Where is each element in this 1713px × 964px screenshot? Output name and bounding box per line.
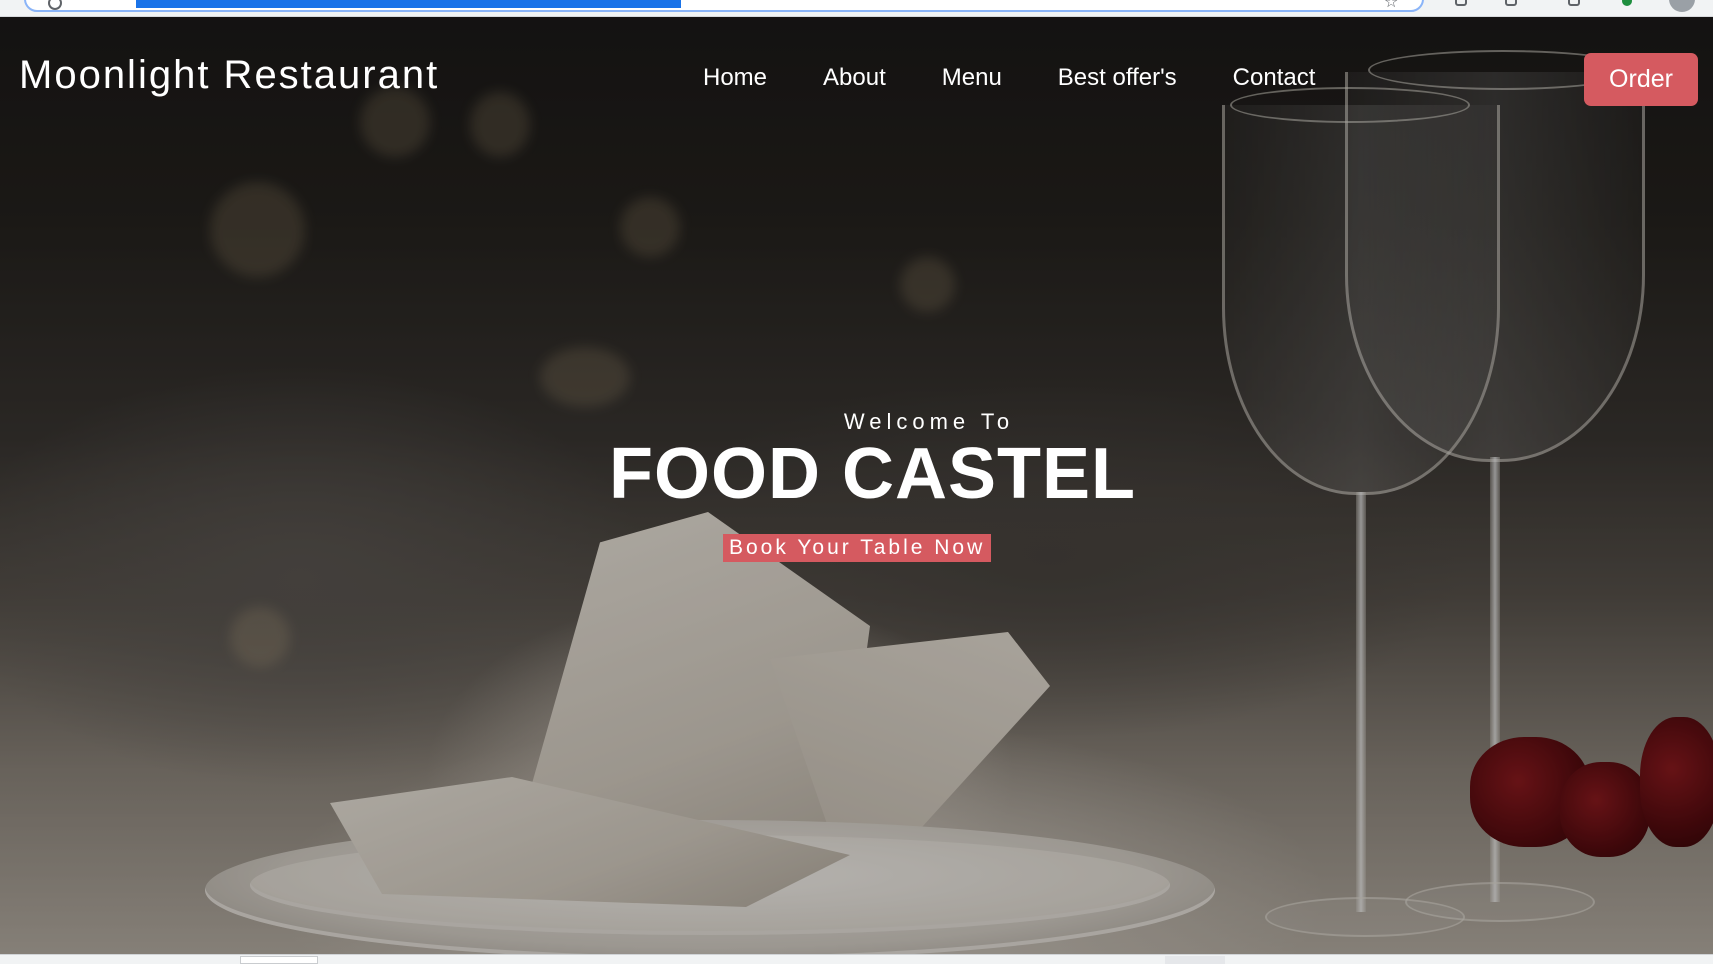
nav-best-offers[interactable]: Best offer's [1058,64,1177,92]
extension-badge-icon[interactable] [1622,0,1632,6]
main-nav: Home About Menu Best offer's Contact [703,64,1371,92]
order-button[interactable]: Order [1584,53,1698,106]
book-table-button[interactable]: Book Your Table Now [723,534,992,562]
hero-title: FOOD CASTEL [609,434,1136,514]
url-selection-highlight [136,0,681,8]
extension-icon[interactable] [1455,0,1467,6]
profile-avatar[interactable] [1669,0,1695,12]
nav-contact[interactable]: Contact [1233,64,1316,92]
browser-toolbar: ☆ [0,0,1713,17]
taskbar-strip [0,954,1713,964]
bookmark-star-icon[interactable]: ☆ [1384,0,1398,11]
download-icon[interactable] [1505,0,1517,6]
nav-menu[interactable]: Menu [942,64,1002,92]
taskbar-item[interactable] [240,956,318,964]
welcome-text: Welcome To [843,409,1015,434]
brand-logo[interactable]: Moonlight Restaurant [19,53,439,98]
nav-about[interactable]: About [823,64,886,92]
window-icon[interactable] [1568,0,1580,6]
nav-home[interactable]: Home [703,64,767,92]
taskbar-item[interactable] [1165,956,1225,964]
address-bar[interactable] [24,0,1424,12]
